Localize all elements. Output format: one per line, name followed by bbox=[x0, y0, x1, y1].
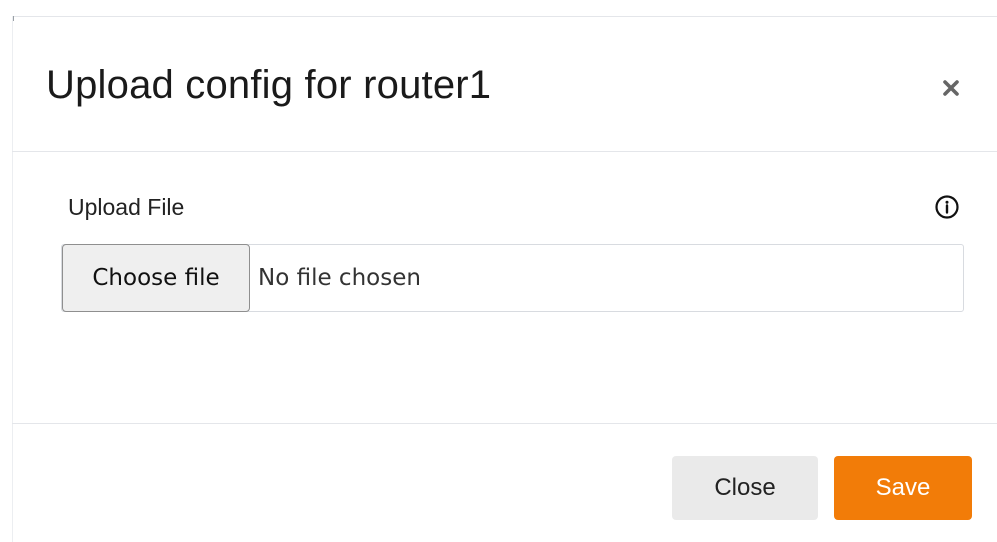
info-icon[interactable] bbox=[934, 194, 960, 220]
file-input[interactable]: Choose file No file chosen bbox=[61, 244, 964, 312]
file-status-text: No file chosen bbox=[258, 265, 421, 291]
upload-config-page: Upload config for router1 Upload File Ch… bbox=[0, 0, 997, 542]
upload-file-label: Upload File bbox=[68, 194, 185, 220]
close-button[interactable]: Close bbox=[672, 456, 818, 520]
save-button[interactable]: Save bbox=[834, 456, 972, 520]
modal-title: Upload config for router1 bbox=[46, 63, 492, 107]
close-icon[interactable] bbox=[940, 77, 962, 99]
modal-header: Upload config for router1 bbox=[12, 17, 997, 152]
choose-file-button[interactable]: Choose file bbox=[62, 244, 250, 312]
modal-body: Upload File Choose file No file chosen bbox=[12, 152, 997, 424]
